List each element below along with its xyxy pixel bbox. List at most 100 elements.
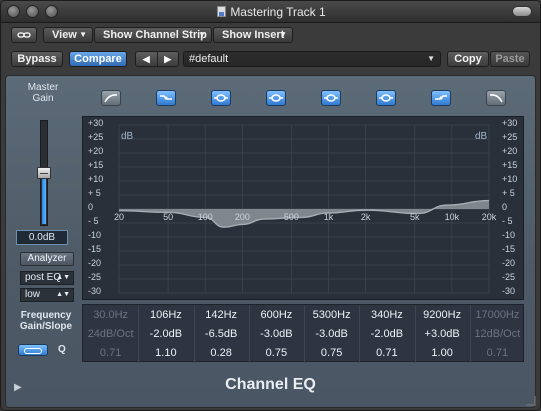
gain-label: Gain — [32, 93, 54, 104]
preset-selector[interactable]: #default ▼ — [183, 51, 441, 67]
band-2-gain-value[interactable]: -2.0dB — [138, 326, 193, 343]
highpass-icon — [104, 94, 118, 103]
band-2-frequency-value[interactable]: 106Hz — [138, 307, 193, 324]
column-divider — [304, 305, 305, 363]
low-shelf-icon — [160, 95, 172, 100]
db-tick-label: -10 — [502, 230, 516, 240]
column-divider — [414, 305, 416, 363]
band-6-frequency-value[interactable]: 340Hz — [359, 307, 414, 324]
bell-icon — [379, 94, 393, 102]
preset-nav: ◀ ▶ — [135, 51, 179, 67]
frequency-label: Frequency — [20, 310, 72, 321]
link-button[interactable] — [11, 27, 37, 43]
band-1-params: 30.0Hz 24dB/Oct 0.71 — [83, 305, 138, 363]
band-3-q-value[interactable]: 0.28 — [194, 345, 249, 362]
band-4-toggle[interactable] — [266, 90, 286, 106]
db-tick-label: -20 — [502, 258, 516, 268]
db-tick-label: -30 — [88, 286, 102, 296]
column-divider — [193, 305, 195, 363]
high-shelf-icon — [435, 95, 447, 100]
copy-button[interactable]: Copy — [447, 51, 489, 67]
fader-handle[interactable] — [37, 167, 51, 179]
band-parameter-table: 30.0Hz 24dB/Oct 0.71 106Hz -2.0dB 1.10 142Hz -6… — [82, 304, 525, 363]
bell-icon — [324, 94, 338, 102]
show-insert-menu[interactable]: Show Insert ▼ — [213, 27, 293, 43]
frequency-tick-label: 50 — [163, 212, 173, 222]
chevron-down-icon: ▼ — [198, 30, 206, 39]
db-tick-label: -30 — [502, 286, 516, 296]
db-tick-label: -25 — [88, 272, 102, 282]
band-6-toggle[interactable] — [376, 90, 396, 106]
stepper-icon: ▲▼ — [56, 291, 70, 298]
title-bar: Mastering Track 1 — [1, 1, 540, 23]
band-1-q-value[interactable]: 0.71 — [83, 345, 138, 362]
document-icon — [217, 6, 227, 17]
db-tick-label: -15 — [502, 244, 516, 254]
analyzer-mode-select[interactable]: post EQ ▲▼ — [20, 271, 74, 285]
band-7-toggle[interactable] — [431, 90, 451, 106]
band-1-frequency-value[interactable]: 30.0Hz — [83, 307, 138, 324]
frequency-tick-label: 5k — [410, 212, 420, 222]
band-4-gain-value[interactable]: -3.0dB — [249, 326, 304, 343]
db-tick-label: -25 — [502, 272, 516, 282]
band-3-toggle[interactable] — [211, 90, 231, 106]
plugin-name: Channel EQ — [225, 376, 316, 393]
frequency-tick-label: 100 — [198, 212, 213, 222]
band-2-toggle[interactable] — [156, 90, 176, 106]
db-tick-label: +30 — [88, 118, 104, 128]
view-menu[interactable]: View ▼ — [43, 27, 93, 43]
band-6-q-value[interactable]: 0.71 — [359, 345, 414, 362]
column-divider — [138, 305, 140, 363]
db-tick-label: - 5 — [502, 216, 513, 226]
toolbar-toggle-button[interactable] — [512, 6, 532, 17]
band-3-frequency-value[interactable]: 142Hz — [194, 307, 249, 324]
master-gain-label: Master Gain — [12, 82, 74, 104]
eq-curve-display: dB dB 20 50 100 200 500 1k 2k 5k 10k 20k — [114, 124, 497, 294]
band-5-frequency-value[interactable]: 5300Hz — [304, 307, 359, 324]
master-gain-value[interactable]: 0.0dB — [16, 230, 68, 245]
fader-fill — [42, 172, 46, 224]
band-5-q-value[interactable]: 0.75 — [304, 345, 359, 362]
db-tick-label: 0 — [88, 202, 94, 212]
band-2-q-value[interactable]: 1.10 — [138, 345, 193, 362]
band-7-q-value[interactable]: 1.00 — [415, 345, 470, 362]
eq-graph[interactable]: dB dB 20 50 100 200 500 1k 2k 5k 10k 20k — [82, 116, 524, 300]
show-channel-strip-menu[interactable]: Show Channel Strip ▼ — [94, 27, 212, 43]
previous-preset-button[interactable]: ◀ — [136, 52, 158, 66]
frequency-tick-label: 2k — [361, 212, 371, 222]
band-4-frequency-value[interactable]: 600Hz — [249, 307, 304, 324]
analyzer-resolution-select[interactable]: low ▲▼ — [20, 288, 74, 302]
bypass-button[interactable]: Bypass — [11, 51, 63, 67]
band-8-gain-value[interactable]: 12dB/Oct — [470, 326, 525, 343]
band-4-q-value[interactable]: 0.75 — [249, 345, 304, 362]
analyzer-button[interactable]: Analyzer — [20, 252, 74, 266]
next-preset-button[interactable]: ▶ — [158, 52, 179, 66]
band-7-frequency-value[interactable]: 9200Hz — [415, 307, 470, 324]
bell-icon — [214, 94, 228, 102]
band-8-q-value[interactable]: 0.71 — [470, 345, 525, 362]
link-toggle-button[interactable] — [18, 344, 48, 356]
db-tick-label: -15 — [88, 244, 102, 254]
paste-button: Paste — [490, 51, 530, 67]
band-8-toggle[interactable] — [486, 90, 506, 106]
band-5-toggle[interactable] — [321, 90, 341, 106]
q-label: Q — [58, 344, 66, 355]
band-1-toggle[interactable] — [101, 90, 121, 106]
db-tick-label: +10 — [88, 174, 104, 184]
master-label: Master — [27, 82, 59, 93]
db-tick-label: - 5 — [88, 216, 99, 226]
band-6-gain-value[interactable]: -2.0dB — [359, 326, 414, 343]
band-1-gain-value[interactable]: 24dB/Oct — [83, 326, 138, 343]
db-tick-label: +15 — [502, 160, 518, 170]
band-3-gain-value[interactable]: -6.5dB — [194, 326, 249, 343]
band-5-gain-value[interactable]: -3.0dB — [304, 326, 359, 343]
frequency-tick-label: 20 — [114, 212, 124, 222]
frequency-tick-label: 20k — [482, 212, 497, 222]
resize-handle[interactable] — [526, 396, 536, 406]
db-tick-label: -10 — [88, 230, 102, 240]
compare-button[interactable]: Compare — [69, 51, 127, 67]
band-8-params: 17000Hz 12dB/Oct 0.71 — [470, 305, 525, 363]
chevron-down-icon: ▼ — [279, 30, 287, 39]
band-8-frequency-value[interactable]: 17000Hz — [470, 307, 525, 324]
band-7-gain-value[interactable]: +3.0dB — [415, 326, 470, 343]
